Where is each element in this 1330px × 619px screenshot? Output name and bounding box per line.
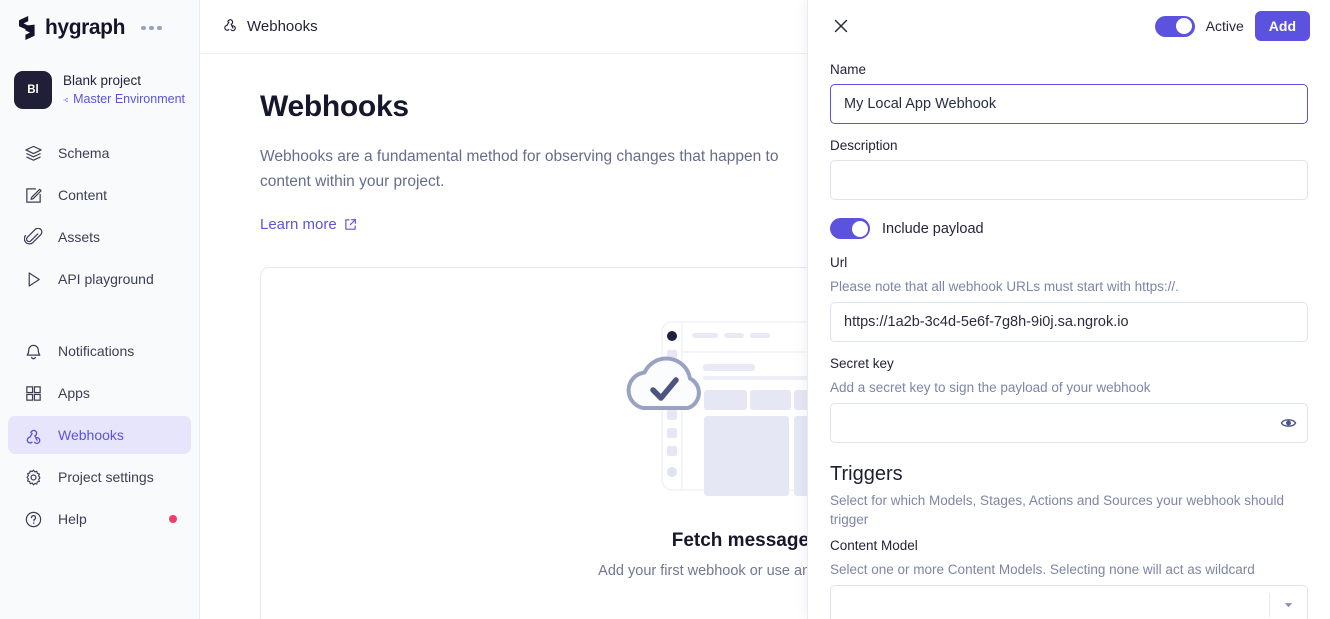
page-description: Webhooks are a fundamental method for ob… — [260, 148, 779, 191]
sidebar-item-label: Apps — [58, 385, 90, 401]
sidebar-item-project-settings[interactable]: Project settings — [8, 458, 191, 496]
project-avatar: Bl — [14, 71, 52, 109]
include-payload-toggle[interactable] — [830, 218, 870, 239]
secret-key-input[interactable] — [830, 403, 1308, 444]
add-button[interactable]: Add — [1254, 11, 1310, 41]
sidebar-item-assets[interactable]: Assets — [8, 218, 191, 256]
sidebar-item-api-playground[interactable]: API playground — [8, 260, 191, 298]
content-model-select-wrap — [830, 584, 1308, 619]
sidebar-item-notifications[interactable]: Notifications — [8, 332, 191, 370]
active-toggle-label: Active — [1205, 18, 1244, 34]
content-model-label: Content Model — [830, 537, 918, 553]
secret-key-input-wrap — [830, 403, 1308, 444]
brand-name: hygraph — [45, 16, 126, 39]
toggle-knob — [1176, 18, 1193, 34]
secret-key-label: Secret key — [830, 356, 894, 372]
include-payload-row: Include payload — [830, 218, 1308, 239]
environment-branch-icon — [63, 97, 68, 102]
toggle-knob — [851, 220, 868, 237]
url-hint: Please note that all webhook URLs must s… — [830, 279, 1179, 294]
sidebar: hygraph Bl Blank project Master Environm… — [0, 0, 200, 619]
content-model-hint: Select one or more Content Models. Selec… — [830, 561, 1255, 577]
name-label: Name — [830, 62, 867, 77]
chevron-down-icon[interactable] — [1282, 598, 1295, 611]
select-divider — [1269, 592, 1270, 617]
gear-icon — [22, 466, 44, 488]
close-icon[interactable] — [830, 15, 852, 37]
sidebar-item-help[interactable]: Help — [8, 500, 191, 538]
sidebar-item-label: API playground — [58, 271, 154, 287]
project-environment[interactable]: Master Environment — [63, 91, 185, 108]
question-circle-icon — [22, 508, 44, 530]
name-input[interactable] — [830, 84, 1308, 124]
active-toggle[interactable] — [1154, 15, 1195, 37]
content-model-select[interactable] — [830, 584, 1308, 619]
more-options-icon[interactable] — [141, 25, 162, 31]
environment-label: Master Environment — [73, 92, 185, 107]
sidebar-item-label: Content — [58, 187, 108, 203]
secret-key-hint: Add a secret key to sign the payload of … — [830, 380, 1151, 396]
sidebar-item-schema[interactable]: Schema — [8, 134, 191, 172]
triggers-hint: Select for which Models, Stages, Actions… — [830, 493, 1285, 528]
sidebar-item-label: Webhooks — [58, 427, 124, 443]
sidebar-item-webhooks[interactable]: Webhooks — [8, 416, 191, 454]
play-icon — [22, 268, 44, 290]
sidebar-item-apps[interactable]: Apps — [8, 374, 191, 412]
sidebar-item-label: Project settings — [58, 469, 154, 485]
breadcrumb[interactable]: Webhooks — [247, 18, 318, 35]
hygraph-logo[interactable]: hygraph — [16, 16, 125, 40]
secret-key-field-group: Secret key Add a secret key to sign the … — [830, 356, 1308, 444]
app-root: hygraph Bl Blank project Master Environm… — [0, 0, 1330, 619]
sidebar-item-label: Assets — [58, 229, 101, 245]
bell-icon — [22, 340, 44, 362]
external-link-icon — [344, 219, 356, 230]
sidebar-item-label: Schema — [58, 145, 110, 161]
hygraph-mark-icon — [19, 16, 35, 40]
learn-more-label: Learn more — [260, 216, 337, 234]
panel-header: Active Add — [808, 0, 1330, 52]
sidebar-nav: Schema Content Assets API playground Not… — [0, 134, 199, 538]
panel-body: Name Description Include payload Url Ple… — [808, 52, 1330, 619]
webhook-icon — [22, 424, 44, 446]
learn-more-link[interactable]: Learn more — [260, 216, 357, 233]
help-notification-badge — [169, 515, 177, 523]
pencil-square-icon — [22, 184, 44, 206]
panel-header-actions: Active Add — [1154, 11, 1310, 41]
url-field-group: Url Please note that all webhook URLs mu… — [830, 255, 1308, 343]
project-name: Blank project — [63, 72, 142, 88]
description-label: Description — [830, 138, 898, 153]
paperclip-icon — [22, 226, 44, 248]
grid-icon — [22, 382, 44, 404]
layers-icon — [22, 142, 44, 164]
eye-icon[interactable] — [1280, 415, 1297, 432]
triggers-section: Triggers Select for which Models, Stages… — [830, 463, 1308, 619]
include-payload-label: Include payload — [882, 220, 984, 237]
url-label: Url — [830, 255, 848, 270]
webhook-icon — [222, 16, 238, 37]
description-input[interactable] — [830, 160, 1308, 200]
project-switcher[interactable]: Bl Blank project Master Environment — [0, 64, 199, 116]
sidebar-item-content[interactable]: Content — [8, 176, 191, 214]
url-input[interactable] — [830, 302, 1308, 343]
sidebar-item-label: Notifications — [58, 343, 135, 359]
project-meta: Blank project Master Environment — [63, 72, 185, 108]
webhook-form-panel: Active Add Name Description Include payl… — [807, 0, 1330, 619]
brand-row: hygraph — [0, 0, 199, 56]
name-field-group: Name — [830, 62, 1308, 124]
triggers-title: Triggers — [830, 463, 903, 486]
description-field-group: Description — [830, 138, 1308, 200]
sidebar-item-label: Help — [58, 511, 87, 527]
